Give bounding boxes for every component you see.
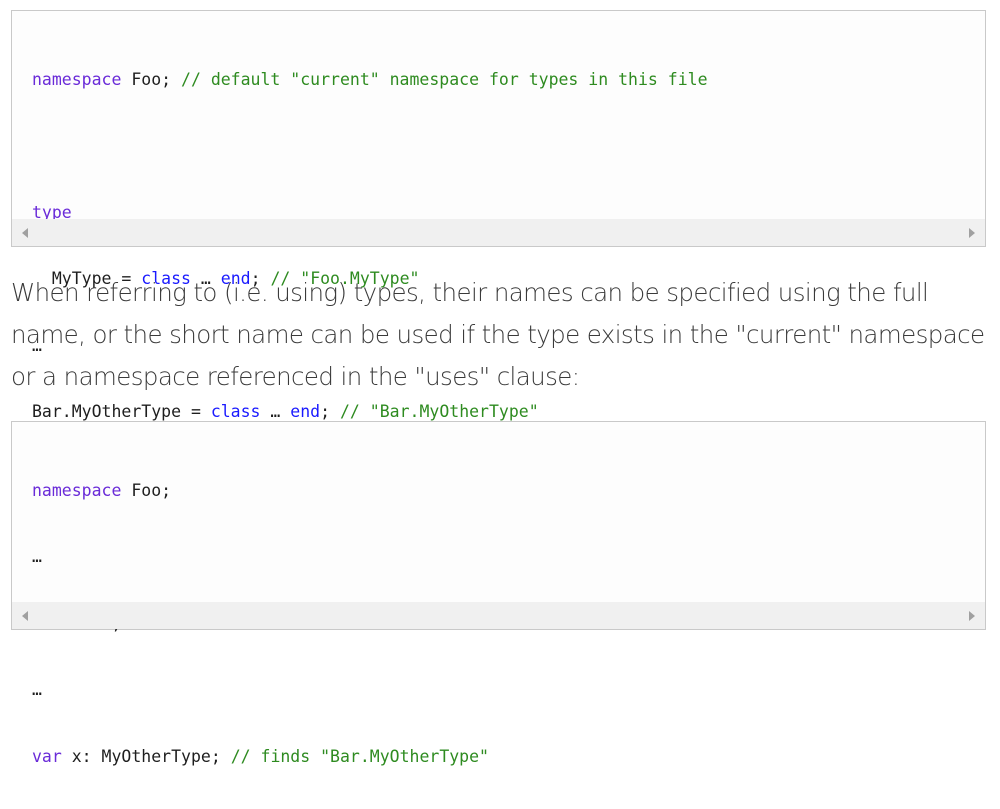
code-keyword: var bbox=[32, 746, 62, 766]
code-line: … bbox=[32, 676, 985, 704]
code-keyword: class bbox=[210, 401, 261, 421]
code-keyword: namespace bbox=[32, 481, 122, 500]
code-comment: // finds "Bar.MyOtherType" bbox=[230, 746, 489, 766]
scroll-left-arrow-icon[interactable] bbox=[22, 611, 28, 621]
code-block-1: namespace Foo; // default "current" name… bbox=[11, 10, 986, 421]
code-comment: // "Bar.MyOtherType" bbox=[339, 401, 539, 421]
code-text: Foo; bbox=[121, 70, 182, 89]
code-comment: // default "current" namespace for types… bbox=[181, 70, 708, 89]
code-line: namespace Foo; bbox=[32, 477, 985, 505]
scroll-right-arrow-icon[interactable] bbox=[969, 611, 975, 621]
code-ellipsis: … bbox=[32, 680, 42, 700]
code-line: … bbox=[32, 543, 985, 571]
code-ellipsis: … bbox=[32, 547, 42, 567]
code-block-2: namespace Foo; … uses Bar; … var x: MyOt… bbox=[11, 421, 986, 766]
code-text: Foo; bbox=[121, 481, 172, 500]
code-line: var x: MyOtherType; // finds "Bar.MyOthe… bbox=[32, 743, 985, 771]
code-text: … bbox=[260, 401, 291, 421]
scroll-left-arrow-icon[interactable] bbox=[22, 228, 28, 238]
code-text: ; bbox=[320, 401, 340, 421]
scroll-right-arrow-icon[interactable] bbox=[969, 228, 975, 238]
code-keyword: namespace bbox=[32, 70, 122, 89]
code-keyword: end bbox=[290, 401, 321, 421]
horizontal-scrollbar[interactable] bbox=[12, 602, 985, 629]
horizontal-scrollbar[interactable] bbox=[12, 219, 985, 246]
code-text: Bar.MyOtherType = bbox=[32, 401, 211, 421]
body-paragraph: When referring to (i.e. using) types, th… bbox=[11, 278, 985, 391]
code-text: x: MyOtherType; bbox=[61, 746, 231, 766]
code-line: namespace Foo; // default "current" name… bbox=[32, 66, 985, 94]
